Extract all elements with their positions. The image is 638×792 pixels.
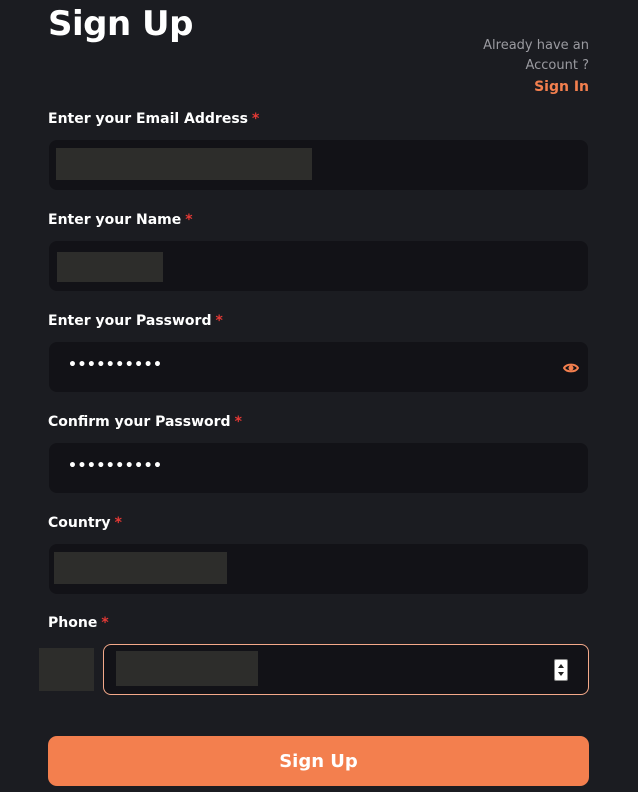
name-field[interactable] [49, 241, 588, 291]
password-label-text: Enter your Password [48, 313, 212, 329]
country-value-redacted [54, 552, 227, 584]
name-value-redacted [57, 252, 163, 282]
email-label: Enter your Email Address * [48, 110, 259, 128]
password-label: Enter your Password * [48, 312, 223, 330]
signin-prompt-line2: Account ? [525, 58, 589, 73]
name-label: Enter your Name * [48, 211, 193, 229]
phone-field[interactable] [103, 644, 589, 695]
email-label-text: Enter your Email Address [48, 111, 248, 127]
signin-prompt-line1: Already have an [483, 38, 589, 53]
country-label-text: Country [48, 515, 111, 531]
confirm-password-value: •••••••••• [68, 458, 163, 474]
confirm-password-label-text: Confirm your Password [48, 414, 231, 430]
phone-label: Phone * [48, 614, 109, 632]
password-value: •••••••••• [68, 357, 163, 373]
required-marker: * [101, 615, 109, 631]
name-label-text: Enter your Name [48, 212, 182, 228]
sign-up-button[interactable]: Sign Up [48, 736, 589, 786]
stepper-down-icon[interactable] [558, 672, 564, 676]
signin-prompt: Already have an Account ? Sign In [483, 36, 589, 97]
email-value-redacted [56, 148, 312, 180]
page-title: Sign Up [48, 4, 193, 44]
confirm-password-label: Confirm your Password * [48, 413, 242, 431]
country-label: Country * [48, 514, 122, 532]
phone-country-code-select[interactable] [39, 648, 94, 691]
phone-value-redacted [116, 651, 258, 686]
confirm-password-field[interactable]: •••••••••• [49, 443, 588, 493]
required-marker: * [215, 313, 223, 329]
number-stepper[interactable] [554, 659, 568, 681]
required-marker: * [252, 111, 260, 127]
required-marker: * [234, 414, 242, 430]
required-marker: * [185, 212, 193, 228]
required-marker: * [114, 515, 122, 531]
password-field[interactable]: •••••••••• [49, 342, 588, 392]
eye-icon[interactable] [563, 360, 579, 376]
stepper-up-icon[interactable] [558, 664, 564, 668]
country-field[interactable] [49, 544, 588, 594]
phone-label-text: Phone [48, 615, 98, 631]
email-field[interactable] [49, 140, 588, 190]
signin-link[interactable]: Sign In [483, 77, 589, 97]
